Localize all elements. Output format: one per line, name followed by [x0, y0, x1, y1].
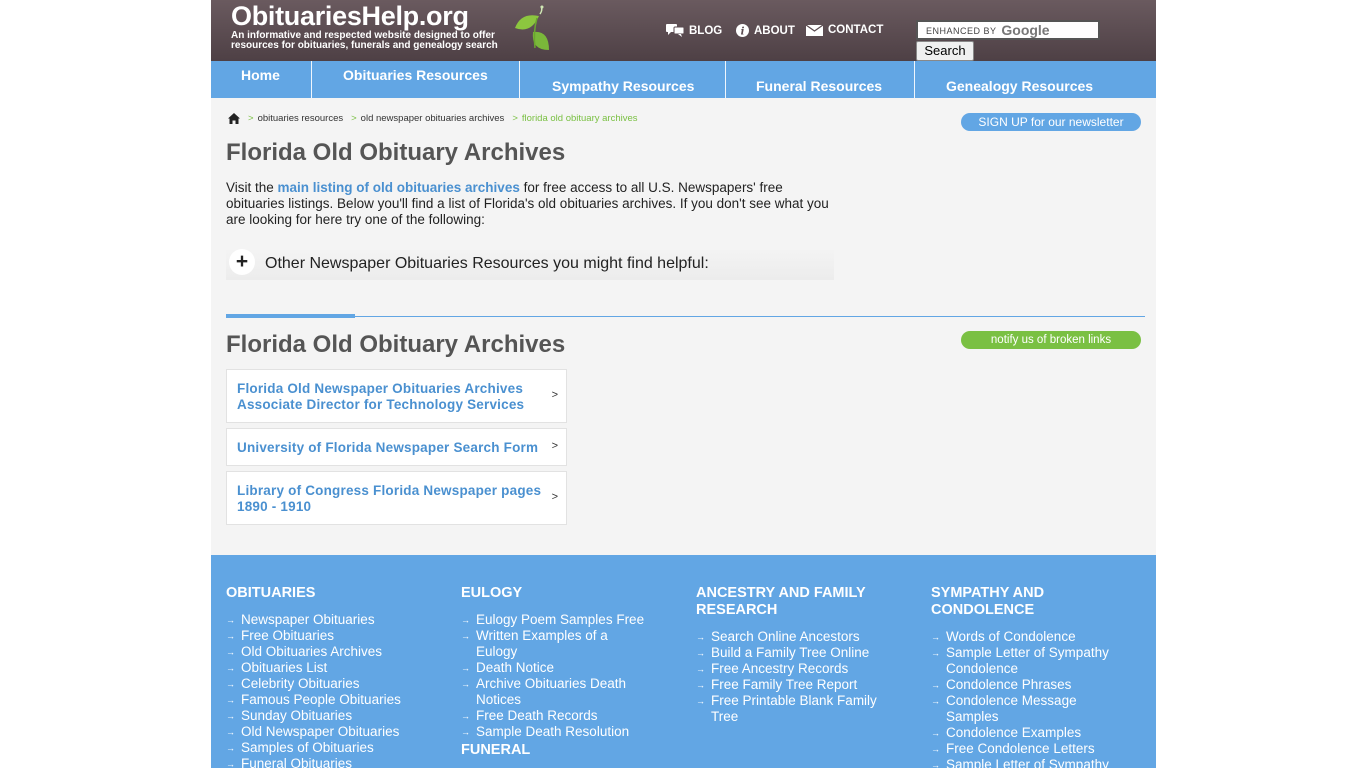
site-tagline: An informative and respected website des…	[231, 30, 498, 51]
search-input[interactable]: ENHANCED BY Google	[916, 20, 1100, 40]
site-logo[interactable]: ObituariesHelp.org	[231, 1, 469, 32]
envelope-icon	[806, 24, 823, 36]
nav-divider	[311, 61, 312, 98]
footer-column-eulogy: EULOGY Eulogy Poem Samples Free Written …	[461, 585, 661, 768]
archive-link-title[interactable]: Library of Congress Florida Newspaper pa…	[237, 483, 541, 515]
footer-heading-funeral: FUNERAL	[461, 742, 531, 758]
footer-link[interactable]: Sample Letter of Sympathy Condolence	[931, 645, 1121, 677]
footer-link[interactable]: Samples of Obituaries	[226, 740, 446, 756]
footer-link[interactable]: Search Online Ancestors	[696, 629, 896, 645]
footer-link[interactable]: Words of Condolence	[931, 629, 1131, 645]
archive-link-item[interactable]: University of Florida Newspaper Search F…	[226, 428, 567, 466]
footer-link[interactable]: Sample Letter of Sympathy	[931, 757, 1121, 768]
footer-column-ancestry: ANCESTRY AND FAMILY RESEARCH Search Onli…	[696, 585, 896, 725]
search-button[interactable]: Search	[916, 41, 974, 61]
page-title: Florida Old Obituary Archives	[226, 139, 566, 166]
about-label: ABOUT	[754, 24, 795, 37]
footer-link[interactable]: Condolence Examples	[931, 725, 1131, 741]
breadcrumb-separator: >	[248, 113, 254, 124]
google-brand: Google	[1001, 22, 1050, 38]
footer-link[interactable]: Eulogy Poem Samples Free	[461, 612, 661, 628]
footer-link[interactable]: Free Family Tree Report	[696, 677, 896, 693]
archive-link-line: 1890 - 1910	[237, 499, 312, 514]
footer-link[interactable]: Celebrity Obituaries	[226, 676, 446, 692]
page-wrapper: ObituariesHelp.org An informative and re…	[211, 0, 1156, 768]
footer-link[interactable]: Written Examples of a Eulogy	[461, 628, 626, 660]
footer-link[interactable]: Free Death Records	[461, 708, 661, 724]
footer-link[interactable]: Old Newspaper Obituaries	[226, 724, 446, 740]
contact-label: CONTACT	[828, 24, 884, 36]
footer-link[interactable]: Free Condolence Letters	[931, 741, 1131, 757]
footer-heading: ANCESTRY AND FAMILY RESEARCH	[696, 585, 866, 618]
expand-toggle-icon[interactable]: +	[229, 249, 255, 275]
nav-obituaries-resources[interactable]: Obituaries Resources	[343, 67, 488, 83]
contact-link[interactable]: CONTACT	[806, 24, 883, 36]
footer-column-obituaries: OBITUARIES Newspaper Obituaries Free Obi…	[226, 585, 446, 768]
breadcrumb-separator: >	[512, 113, 518, 124]
chat-bubbles-icon	[666, 24, 684, 37]
home-icon[interactable]	[228, 113, 240, 124]
footer-link[interactable]: Old Obituaries Archives	[226, 644, 446, 660]
footer-heading: EULOGY	[461, 585, 523, 601]
nav-divider	[725, 61, 726, 98]
footer-link[interactable]: Build a Family Tree Online	[696, 645, 896, 661]
footer-column-sympathy: SYMPATHY AND CONDOLENCE Words of Condole…	[931, 585, 1131, 768]
footer-link[interactable]: Condolence Message Samples	[931, 693, 1106, 725]
chevron-right-icon: >	[551, 440, 558, 452]
archive-link-item[interactable]: Florida Old Newspaper Obituaries Archive…	[226, 369, 567, 423]
nav-divider	[519, 61, 520, 98]
section-title: Florida Old Obituary Archives	[226, 331, 566, 358]
footer-heading: SYMPATHY AND CONDOLENCE	[931, 585, 1045, 618]
svg-text:i: i	[741, 27, 745, 38]
footer-link[interactable]: Free Obituaries	[226, 628, 446, 644]
main-listing-link[interactable]: main listing of old obituaries archives	[278, 180, 520, 195]
site-header: ObituariesHelp.org An informative and re…	[211, 0, 1156, 61]
footer-link[interactable]: Free Printable Blank Family Tree	[696, 693, 886, 725]
intro-text-before: Visit the	[226, 180, 278, 195]
archive-link-line: Associate Director for Technology Servic…	[237, 397, 525, 412]
main-nav: Home Obituaries Resources Sympathy Resou…	[211, 61, 1156, 98]
breadcrumb-separator: >	[351, 113, 357, 124]
section-divider	[226, 316, 1145, 317]
nav-home[interactable]: Home	[241, 67, 280, 83]
nav-funeral-resources[interactable]: Funeral Resources	[756, 78, 882, 94]
archive-link-item[interactable]: Library of Congress Florida Newspaper pa…	[226, 471, 567, 525]
footer-link[interactable]: Obituaries List	[226, 660, 446, 676]
notify-broken-links-button[interactable]: notify us of broken links	[961, 331, 1141, 349]
footer-link[interactable]: Newspaper Obituaries	[226, 612, 446, 628]
blog-label: BLOG	[689, 24, 723, 37]
archive-link-title[interactable]: University of Florida Newspaper Search F…	[237, 440, 538, 456]
breadcrumb-obituaries-resources[interactable]: obituaries resources	[258, 113, 344, 124]
archive-link-line: Florida Old Newspaper Obituaries Archive…	[237, 381, 524, 396]
search-prefix: ENHANCED BY	[926, 26, 997, 36]
footer-link[interactable]: Archive Obituaries Death Notices	[461, 676, 641, 708]
nav-genealogy-resources[interactable]: Genealogy Resources	[946, 78, 1093, 94]
breadcrumb-old-newspaper-archives[interactable]: old newspaper obituaries archives	[361, 113, 505, 124]
footer-link[interactable]: Free Ancestry Records	[696, 661, 896, 677]
breadcrumb-current: florida old obituary archives	[521, 113, 638, 124]
nav-divider	[914, 61, 915, 98]
leaf-logo-icon	[515, 5, 549, 50]
footer-link[interactable]: Death Notice	[461, 660, 661, 676]
chevron-right-icon: >	[551, 389, 558, 401]
archive-link-title[interactable]: Florida Old Newspaper Obituaries Archive…	[237, 381, 524, 413]
breadcrumb: > obituaries resources > old newspaper o…	[228, 113, 638, 124]
site-footer: OBITUARIES Newspaper Obituaries Free Obi…	[211, 555, 1156, 768]
footer-link[interactable]: Sunday Obituaries	[226, 708, 446, 724]
nav-sympathy-resources[interactable]: Sympathy Resources	[552, 78, 694, 94]
footer-link[interactable]: Famous People Obituaries	[226, 692, 446, 708]
other-resources-accordion[interactable]: + Other Newspaper Obituaries Resources y…	[226, 248, 834, 280]
about-link[interactable]: i ABOUT	[736, 24, 795, 37]
footer-link[interactable]: Condolence Phrases	[931, 677, 1131, 693]
footer-heading: OBITUARIES	[226, 585, 316, 601]
footer-link[interactable]: Funeral Obituaries	[226, 756, 446, 768]
newsletter-signup-button[interactable]: SIGN UP for our newsletter	[961, 113, 1141, 131]
chevron-right-icon: >	[551, 491, 558, 503]
info-icon: i	[736, 24, 749, 37]
archive-link-line: Library of Congress Florida Newspaper pa…	[237, 483, 542, 498]
intro-paragraph: Visit the main listing of old obituaries…	[226, 180, 836, 228]
footer-link[interactable]: Sample Death Resolution	[461, 724, 661, 740]
accordion-label[interactable]: Other Newspaper Obituaries Resources you…	[265, 255, 709, 273]
blog-link[interactable]: BLOG	[666, 24, 722, 37]
